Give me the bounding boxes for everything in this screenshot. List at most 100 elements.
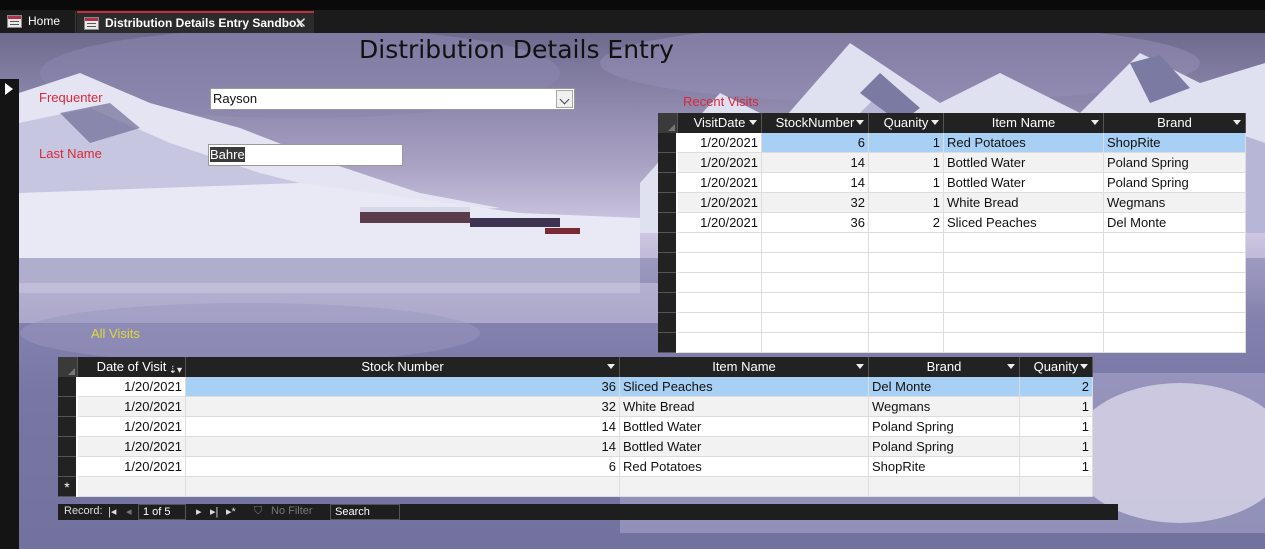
cell-stock-number[interactable]: 14	[186, 437, 620, 457]
filter-funnel-icon[interactable]: ⛉	[254, 505, 262, 518]
table-row[interactable]: 1/20/2021 32 1 White Bread Wegmans	[658, 193, 1246, 213]
cell-item-name[interactable]: White Bread	[620, 397, 869, 417]
column-header-brand[interactable]: Brand	[1104, 113, 1246, 133]
cell-visitdate[interactable]: 1/20/2021	[678, 133, 762, 153]
cell-visitdate[interactable]: 1/20/2021	[678, 153, 762, 173]
last-name-field[interactable]: Bahre	[208, 144, 403, 166]
table-row[interactable]: 1/20/2021 36 2 Sliced Peaches Del Monte	[658, 213, 1246, 233]
row-selector[interactable]	[58, 457, 76, 477]
cell-stocknumber[interactable]: 32	[762, 193, 869, 213]
cell-visitdate[interactable]: 1/20/2021	[678, 213, 762, 233]
current-record-field[interactable]: 1 of 5	[138, 504, 186, 520]
new-record-row[interactable]: *	[58, 477, 1093, 497]
table-row[interactable]: 1/20/2021 14 1 Bottled Water Poland Spri…	[658, 173, 1246, 193]
cell-item-name[interactable]: Bottled Water	[944, 153, 1104, 173]
cell-quanity[interactable]: 1	[1020, 457, 1093, 477]
no-filter-button[interactable]: No Filter	[271, 505, 313, 517]
cell-stocknumber[interactable]: 14	[762, 173, 869, 193]
cell-visitdate[interactable]: 1/20/2021	[678, 173, 762, 193]
tab-distribution-details-entry-sandbox[interactable]: Distribution Details Entry Sandbox ✕	[77, 11, 314, 33]
chevron-down-icon[interactable]	[556, 90, 573, 108]
row-selector[interactable]	[58, 397, 76, 417]
chevron-down-icon[interactable]	[749, 120, 757, 125]
cell-date-of-visit[interactable]: 1/20/2021	[78, 417, 186, 437]
frequenter-combo[interactable]: Rayson	[210, 88, 575, 110]
chevron-down-icon[interactable]	[607, 364, 615, 369]
cell-brand[interactable]: Poland Spring	[869, 417, 1020, 437]
cell-brand[interactable]: Wegmans	[869, 397, 1020, 417]
row-selector[interactable]	[658, 153, 676, 173]
table-row[interactable]: 1/20/2021 14 Bottled Water Poland Spring…	[58, 417, 1093, 437]
row-selector[interactable]	[658, 193, 676, 213]
cell-item-name[interactable]: Sliced Peaches	[944, 213, 1104, 233]
cell-brand[interactable]: Del Monte	[1104, 213, 1246, 233]
cell-stock-number[interactable]: 32	[186, 397, 620, 417]
column-header-stock-number[interactable]: Stock Number	[186, 357, 620, 377]
column-header-item-name[interactable]: Item Name	[620, 357, 869, 377]
cell-stock-number[interactable]	[186, 477, 620, 497]
new-record-icon[interactable]: *	[58, 477, 76, 497]
row-selector[interactable]	[58, 377, 76, 397]
previous-record-icon[interactable]: ◂	[126, 505, 132, 518]
row-selector[interactable]	[58, 437, 76, 457]
chevron-down-icon[interactable]	[1233, 120, 1241, 125]
cell-quanity[interactable]: 2	[1020, 377, 1093, 397]
cell-date-of-visit[interactable]: 1/20/2021	[78, 377, 186, 397]
cell-stock-number[interactable]: 14	[186, 417, 620, 437]
chevron-down-icon[interactable]	[856, 120, 864, 125]
cell-item-name[interactable]: Sliced Peaches	[620, 377, 869, 397]
cell-brand[interactable]: ShopRite	[1104, 133, 1246, 153]
recent-visits-datasheet[interactable]: VisitDate StockNumber Quanity Item Name …	[658, 113, 1246, 353]
cell-quanity[interactable]: 1	[869, 173, 944, 193]
row-selector[interactable]	[658, 173, 676, 193]
cell-item-name[interactable]: White Bread	[944, 193, 1104, 213]
cell-brand[interactable]: Poland Spring	[869, 437, 1020, 457]
cell-quanity[interactable]: 1	[869, 133, 944, 153]
chevron-down-icon[interactable]	[931, 120, 939, 125]
cell-brand[interactable]: ShopRite	[869, 457, 1020, 477]
table-row[interactable]: 1/20/2021 36 Sliced Peaches Del Monte 2	[58, 377, 1093, 397]
chevron-down-icon[interactable]	[856, 364, 864, 369]
cell-brand[interactable]	[869, 477, 1020, 497]
all-visits-datasheet[interactable]: Date of Visit ⇣▾ Stock Number Item Name B…	[58, 357, 1093, 497]
table-row[interactable]: 1/20/2021 14 1 Bottled Water Poland Spri…	[658, 153, 1246, 173]
column-header-quanity[interactable]: Quanity	[869, 113, 944, 133]
close-icon[interactable]: ✕	[294, 13, 307, 34]
cell-date-of-visit[interactable]	[78, 477, 186, 497]
cell-quanity[interactable]	[1020, 477, 1093, 497]
cell-item-name[interactable]: Bottled Water	[944, 173, 1104, 193]
table-row[interactable]: 1/20/2021 6 Red Potatoes ShopRite 1	[58, 457, 1093, 477]
next-record-icon[interactable]: ▸	[196, 505, 202, 518]
new-record-nav-icon[interactable]: ▸*	[226, 505, 236, 518]
last-record-icon[interactable]: ▸|	[210, 505, 218, 518]
column-header-brand[interactable]: Brand	[869, 357, 1020, 377]
cell-quanity[interactable]: 2	[869, 213, 944, 233]
cell-quanity[interactable]: 1	[1020, 417, 1093, 437]
cell-date-of-visit[interactable]: 1/20/2021	[78, 397, 186, 417]
first-record-icon[interactable]: |◂	[108, 505, 116, 518]
row-selector[interactable]	[658, 133, 676, 153]
cell-item-name[interactable]: Red Potatoes	[620, 457, 869, 477]
cell-brand[interactable]: Poland Spring	[1104, 173, 1246, 193]
cell-visitdate[interactable]: 1/20/2021	[678, 193, 762, 213]
cell-date-of-visit[interactable]: 1/20/2021	[78, 437, 186, 457]
column-header-stocknumber[interactable]: StockNumber	[762, 113, 869, 133]
cell-item-name[interactable]	[620, 477, 869, 497]
cell-stocknumber[interactable]: 14	[762, 153, 869, 173]
table-row[interactable]: 1/20/2021 32 White Bread Wegmans 1	[58, 397, 1093, 417]
row-selector[interactable]	[658, 213, 676, 233]
cell-quanity[interactable]: 1	[869, 193, 944, 213]
tab-home[interactable]: Home	[0, 11, 76, 33]
select-all-corner[interactable]	[658, 113, 678, 133]
record-selector-bar[interactable]	[0, 79, 19, 549]
cell-quanity[interactable]: 1	[1020, 437, 1093, 457]
cell-item-name[interactable]: Red Potatoes	[944, 133, 1104, 153]
chevron-down-icon[interactable]	[1080, 364, 1088, 369]
cell-quanity[interactable]: 1	[869, 153, 944, 173]
cell-stock-number[interactable]: 6	[186, 457, 620, 477]
cell-item-name[interactable]: Bottled Water	[620, 437, 869, 457]
cell-brand[interactable]: Wegmans	[1104, 193, 1246, 213]
column-header-date-of-visit[interactable]: Date of Visit ⇣▾	[78, 357, 186, 377]
cell-item-name[interactable]: Bottled Water	[620, 417, 869, 437]
column-header-quanity[interactable]: Quanity	[1020, 357, 1093, 377]
